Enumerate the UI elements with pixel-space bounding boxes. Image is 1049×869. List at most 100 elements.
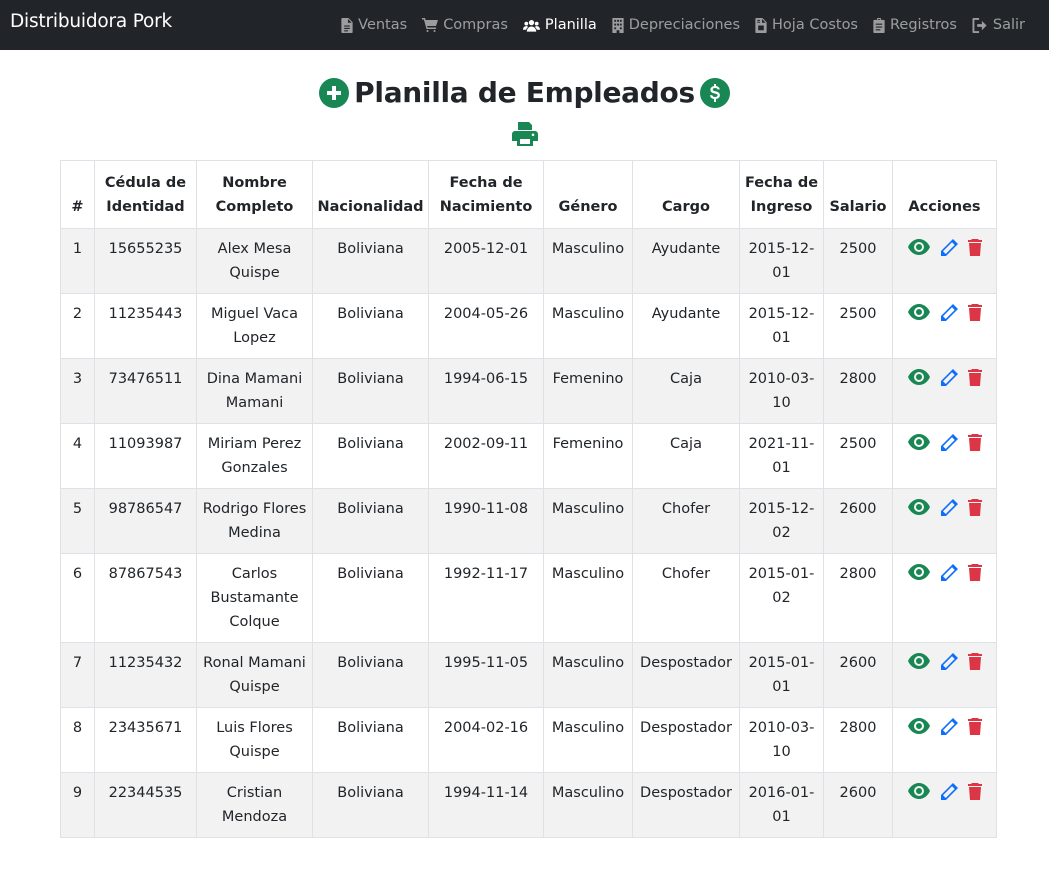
delete-button[interactable] <box>967 783 982 801</box>
pencil-icon <box>940 304 958 321</box>
table-cell: 9 <box>60 772 95 838</box>
brand[interactable]: Distribuidora Pork <box>10 11 172 32</box>
edit-button[interactable] <box>940 304 958 322</box>
view-button[interactable] <box>907 499 930 517</box>
add-employee-button[interactable] <box>319 77 350 108</box>
table-cell: 2015-12-01 <box>739 228 824 294</box>
printer-icon[interactable] <box>511 122 538 146</box>
eye-icon <box>907 718 930 734</box>
trash-icon <box>967 239 982 256</box>
table-cell: 2021-11-01 <box>739 423 824 489</box>
view-button[interactable] <box>907 564 930 582</box>
edit-button[interactable] <box>940 434 958 452</box>
edit-button[interactable] <box>940 499 958 517</box>
pencil-icon <box>940 499 958 516</box>
table-cell: Caja <box>632 358 740 424</box>
table-cell: Ayudante <box>632 293 740 359</box>
edit-button[interactable] <box>940 239 958 257</box>
dollar-circle-icon <box>709 83 720 102</box>
table-cell: Rodrigo Flores Medina <box>196 488 313 554</box>
nav-item-depreciaciones[interactable]: Depreciaciones <box>612 17 740 33</box>
view-button[interactable] <box>907 369 930 387</box>
col-header: Cédula de Identidad <box>94 160 197 229</box>
table-row: 1 15655235 Alex Mesa Quispe Boliviana 2005-1… <box>60 228 997 294</box>
actions-cell <box>892 423 997 489</box>
pencil-icon <box>940 653 958 670</box>
table-cell: 2004-02-16 <box>428 707 544 773</box>
table-cell: Masculino <box>543 707 633 773</box>
view-button[interactable] <box>907 304 930 322</box>
navbar: Distribuidora Pork Ventas Compras Planil… <box>0 0 1049 50</box>
eye-icon <box>907 783 930 799</box>
table-cell: Boliviana <box>312 423 429 489</box>
delete-button[interactable] <box>967 499 982 517</box>
table-cell: 87867543 <box>94 553 197 643</box>
edit-button[interactable] <box>940 564 958 582</box>
nav-item-salir[interactable]: Salir <box>972 17 1025 33</box>
table-cell: Boliviana <box>312 642 429 708</box>
eye-icon <box>907 434 930 450</box>
delete-button[interactable] <box>967 369 982 387</box>
nav-item-registros[interactable]: Registros <box>873 17 957 33</box>
sign-out-icon <box>972 17 987 33</box>
table-cell: Caja <box>632 423 740 489</box>
nav-item-hoja-costos[interactable]: Hoja Costos <box>755 17 858 33</box>
delete-button[interactable] <box>967 718 982 736</box>
view-button[interactable] <box>907 653 930 671</box>
table-cell: Despostador <box>632 707 740 773</box>
col-header: Fecha de Ingreso <box>739 160 824 229</box>
view-button[interactable] <box>907 434 930 452</box>
col-header: Nacionalidad <box>312 160 429 229</box>
trash-icon <box>967 653 982 670</box>
nav-item-compras[interactable]: Compras <box>422 17 508 33</box>
delete-button[interactable] <box>967 434 982 452</box>
table-cell: 8 <box>60 707 95 773</box>
edit-button[interactable] <box>940 653 958 671</box>
pencil-icon <box>940 369 958 386</box>
table-cell: 11235443 <box>94 293 197 359</box>
nav-item-ventas[interactable]: Ventas <box>341 17 407 33</box>
table-cell: 2004-05-26 <box>428 293 544 359</box>
table-cell: Boliviana <box>312 553 429 643</box>
table-cell: 2015-01-01 <box>739 642 824 708</box>
table-cell: Masculino <box>543 772 633 838</box>
col-header: Acciones <box>892 160 997 229</box>
file-icon <box>341 17 353 33</box>
table-cell: 1990-11-08 <box>428 488 544 554</box>
trash-icon <box>967 499 982 516</box>
actions-cell <box>892 358 997 424</box>
employees-table: # Cédula de Identidad Nombre Completo Na… <box>60 160 997 838</box>
delete-button[interactable] <box>967 304 982 322</box>
actions-cell <box>892 293 997 359</box>
table-cell: Ronal Mamani Quispe <box>196 642 313 708</box>
pay-salaries-button[interactable] <box>699 77 730 108</box>
eye-icon <box>907 564 930 580</box>
view-button[interactable] <box>907 239 930 257</box>
edit-button[interactable] <box>940 783 958 801</box>
table-row: 3 73476511 Dina Mamani Mamani Boliviana 1994… <box>60 358 997 424</box>
delete-button[interactable] <box>967 653 982 671</box>
edit-button[interactable] <box>940 718 958 736</box>
table-cell: 2015-12-01 <box>739 293 824 359</box>
table-cell: 5 <box>60 488 95 554</box>
pencil-icon <box>940 564 958 581</box>
title-row: Planilla de Empleados <box>0 76 1049 109</box>
view-button[interactable] <box>907 718 930 736</box>
pencil-icon <box>940 239 958 256</box>
col-header: Género <box>543 160 633 229</box>
table-cell: Despostador <box>632 772 740 838</box>
trash-icon <box>967 783 982 800</box>
delete-button[interactable] <box>967 564 982 582</box>
eye-icon <box>907 653 930 669</box>
nav-item-planilla[interactable]: Planilla <box>522 17 597 33</box>
delete-button[interactable] <box>967 239 982 257</box>
edit-button[interactable] <box>940 369 958 387</box>
table-cell: 11093987 <box>94 423 197 489</box>
table-cell: 3 <box>60 358 95 424</box>
view-button[interactable] <box>907 783 930 801</box>
nav-label: Ventas <box>358 17 408 33</box>
table-cell: Boliviana <box>312 707 429 773</box>
table-cell: Masculino <box>543 228 633 294</box>
table-cell: 98786547 <box>94 488 197 554</box>
table-cell: Boliviana <box>312 358 429 424</box>
